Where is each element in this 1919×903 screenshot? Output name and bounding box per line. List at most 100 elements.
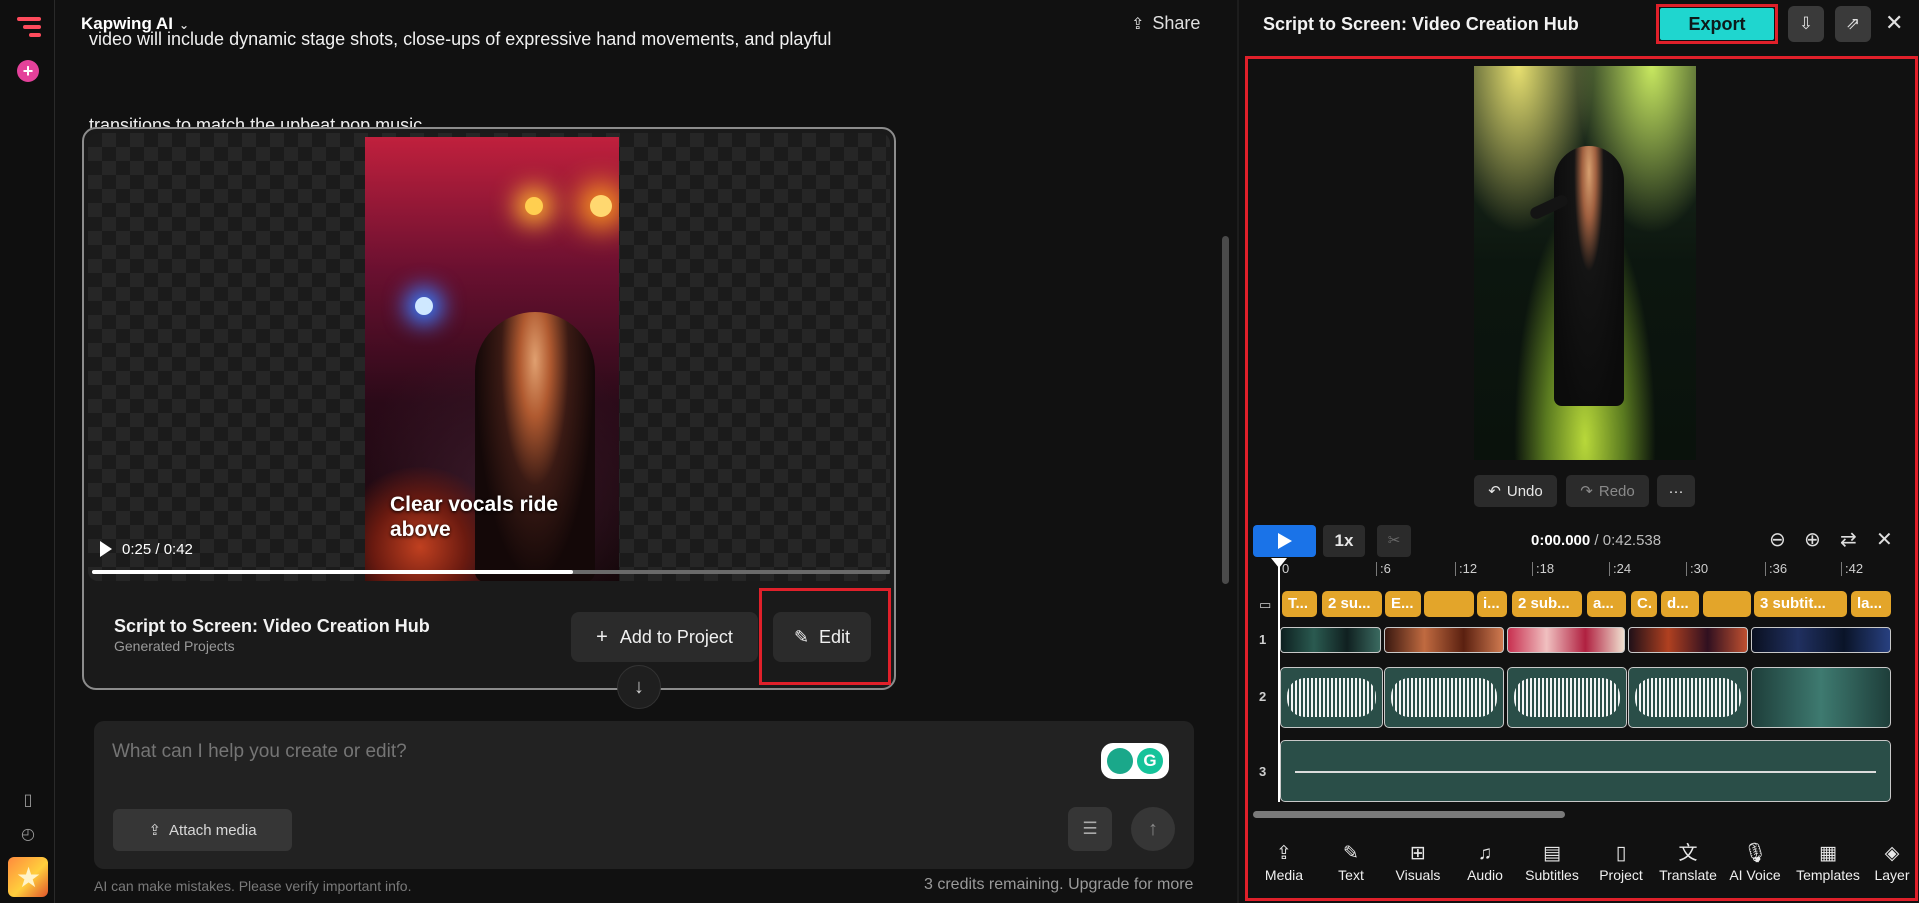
attach-media-button[interactable]: ⇪ Attach media xyxy=(113,809,292,851)
timeline-ruler[interactable]: 0:6:12:18:24:30:36:42 xyxy=(1278,562,1890,580)
subtitle-clip[interactable]: E... xyxy=(1385,591,1421,617)
text-icon: ✎ xyxy=(1343,843,1359,864)
card-subtitle: Generated Projects xyxy=(114,638,235,654)
editor-preview[interactable] xyxy=(1474,66,1696,460)
subtitle-clip[interactable]: 2 sub... xyxy=(1512,591,1582,617)
video-clip[interactable] xyxy=(1507,627,1625,653)
plus-icon: + xyxy=(596,625,608,648)
speed-button[interactable]: 1x xyxy=(1323,525,1365,557)
tool-label: Media xyxy=(1264,867,1304,883)
editor-title: Script to Screen: Video Creation Hub xyxy=(1263,14,1579,34)
tool-label: Translate xyxy=(1659,867,1717,883)
tool-visuals[interactable]: ⊞ Visuals xyxy=(1386,843,1450,883)
tool-text[interactable]: ✎ Text xyxy=(1319,843,1383,883)
grammarly-icon: G xyxy=(1137,748,1163,774)
redo-button[interactable]: ↷ Redo xyxy=(1566,475,1649,507)
undo-button[interactable]: ↶ Undo xyxy=(1474,475,1557,507)
audio-clip[interactable] xyxy=(1628,667,1748,728)
video-clip[interactable] xyxy=(1384,627,1504,653)
video-clip[interactable] xyxy=(1628,627,1748,653)
chat-scrollbar[interactable] xyxy=(1222,236,1229,584)
audio-clip[interactable] xyxy=(1507,667,1627,728)
subtitle-clip[interactable]: C. xyxy=(1631,591,1657,617)
subtitle-clip[interactable]: d... xyxy=(1661,591,1699,617)
tool-templates[interactable]: ▦ Templates xyxy=(1796,843,1860,883)
ruler-tick: :36 xyxy=(1765,562,1787,576)
upload-icon: ⇪ xyxy=(1131,16,1145,33)
chat-input[interactable] xyxy=(112,741,812,763)
settings-sliders-button[interactable]: ☰ xyxy=(1068,807,1112,851)
subtitle-clip[interactable]: 2 su... xyxy=(1322,591,1382,617)
tool-label: Layer xyxy=(1874,867,1910,883)
subtitle-clip[interactable] xyxy=(1424,591,1474,617)
video-progress-bar[interactable] xyxy=(92,570,890,574)
tool-label: Templates xyxy=(1796,867,1860,883)
redo-icon: ↷ xyxy=(1580,483,1593,500)
kapwing-logo[interactable] xyxy=(17,17,41,37)
tool-layer[interactable]: ◈ Layer xyxy=(1860,843,1919,883)
video-clip[interactable] xyxy=(1751,627,1891,653)
tool-audio[interactable]: ♫ Audio xyxy=(1453,843,1517,883)
sliders-icon: ☰ xyxy=(1082,819,1098,838)
subtitle-clip[interactable]: la... xyxy=(1851,591,1891,617)
tool-subtitles[interactable]: ▤ Subtitles xyxy=(1520,843,1584,883)
download-button[interactable]: ⇩ xyxy=(1788,6,1824,42)
credits-link[interactable]: 3 credits remaining. Upgrade for more xyxy=(924,876,1193,894)
audio-clip[interactable] xyxy=(1751,667,1891,728)
ruler-tick: :24 xyxy=(1609,562,1631,576)
add-label: Add to Project xyxy=(619,626,733,647)
ruler-tick: :6 xyxy=(1376,562,1391,576)
card-title: Script to Screen: Video Creation Hub xyxy=(114,616,430,636)
playhead[interactable] xyxy=(1271,558,1287,802)
close-icon[interactable]: ✕ xyxy=(1885,10,1903,36)
scroll-down-button[interactable]: ↓ xyxy=(617,665,661,709)
swap-icon[interactable]: ⇄ xyxy=(1840,527,1857,552)
stage-light xyxy=(525,197,543,215)
tool-label: Text xyxy=(1338,867,1364,883)
more-button[interactable]: ··· xyxy=(1657,475,1695,507)
history-icon[interactable]: ◴ xyxy=(19,824,37,843)
play-icon[interactable] xyxy=(100,541,112,557)
attach-label: Attach media xyxy=(169,821,257,839)
grammarly-widget[interactable]: G xyxy=(1101,743,1169,779)
tool-project[interactable]: ▯ Project xyxy=(1589,843,1653,883)
subtitle-clip[interactable]: T... xyxy=(1282,591,1317,617)
close-timeline-icon[interactable]: ✕ xyxy=(1876,527,1893,552)
avatar[interactable] xyxy=(8,857,48,897)
share-label: Share xyxy=(1152,13,1201,33)
chat-composer: G ⇪ Attach media ☰ ↑ xyxy=(94,721,1194,869)
new-project-icon[interactable]: + xyxy=(17,60,39,82)
lightbulb-icon xyxy=(1107,748,1133,774)
send-button[interactable]: ↑ xyxy=(1131,807,1175,851)
waveform xyxy=(1287,678,1376,717)
play-button[interactable] xyxy=(1253,525,1316,557)
open-external-button[interactable]: ⇗ xyxy=(1835,6,1871,42)
share-button[interactable]: ⇪ Share xyxy=(1131,13,1200,34)
tool-media[interactable]: ⇪ Media xyxy=(1252,843,1316,883)
waveform xyxy=(1635,678,1741,717)
subtitle-clip[interactable]: 3 subtit... xyxy=(1754,591,1847,617)
app: + ▯ ◴ Kapwing AI⌄ ⇪Share video will incl… xyxy=(0,0,1919,903)
pane-divider[interactable] xyxy=(1237,0,1239,903)
subtitles-track-icon: ▭ xyxy=(1259,597,1272,612)
add-to-project-button[interactable]: + Add to Project xyxy=(571,612,758,662)
zoom-in-icon[interactable]: ⊕ xyxy=(1804,527,1821,552)
tool-ai-voice[interactable]: 🎙 AI Voice xyxy=(1723,843,1787,883)
tool-translate[interactable]: 文 Translate xyxy=(1656,843,1720,883)
video-player[interactable]: Clear vocals ride above 0:25 / 0:42 xyxy=(88,133,890,581)
library-icon[interactable]: ▯ xyxy=(19,790,37,809)
timeline-scrollbar[interactable] xyxy=(1253,811,1565,818)
subtitle-clip[interactable]: a... xyxy=(1587,591,1626,617)
music-clip[interactable] xyxy=(1280,740,1891,802)
audio-icon: ♫ xyxy=(1477,843,1493,864)
redo-label: Redo xyxy=(1598,482,1635,500)
zoom-out-icon[interactable]: ⊖ xyxy=(1769,527,1786,552)
video-clip[interactable] xyxy=(1280,627,1381,653)
undo-icon: ↶ xyxy=(1488,483,1501,500)
subtitle-clip[interactable]: i... xyxy=(1477,591,1507,617)
arrow-up-icon: ↑ xyxy=(1148,818,1158,840)
subtitle-clip[interactable] xyxy=(1703,591,1751,617)
split-icon[interactable]: ✂ xyxy=(1377,525,1411,557)
audio-clip[interactable] xyxy=(1280,667,1383,728)
audio-clip[interactable] xyxy=(1384,667,1504,728)
